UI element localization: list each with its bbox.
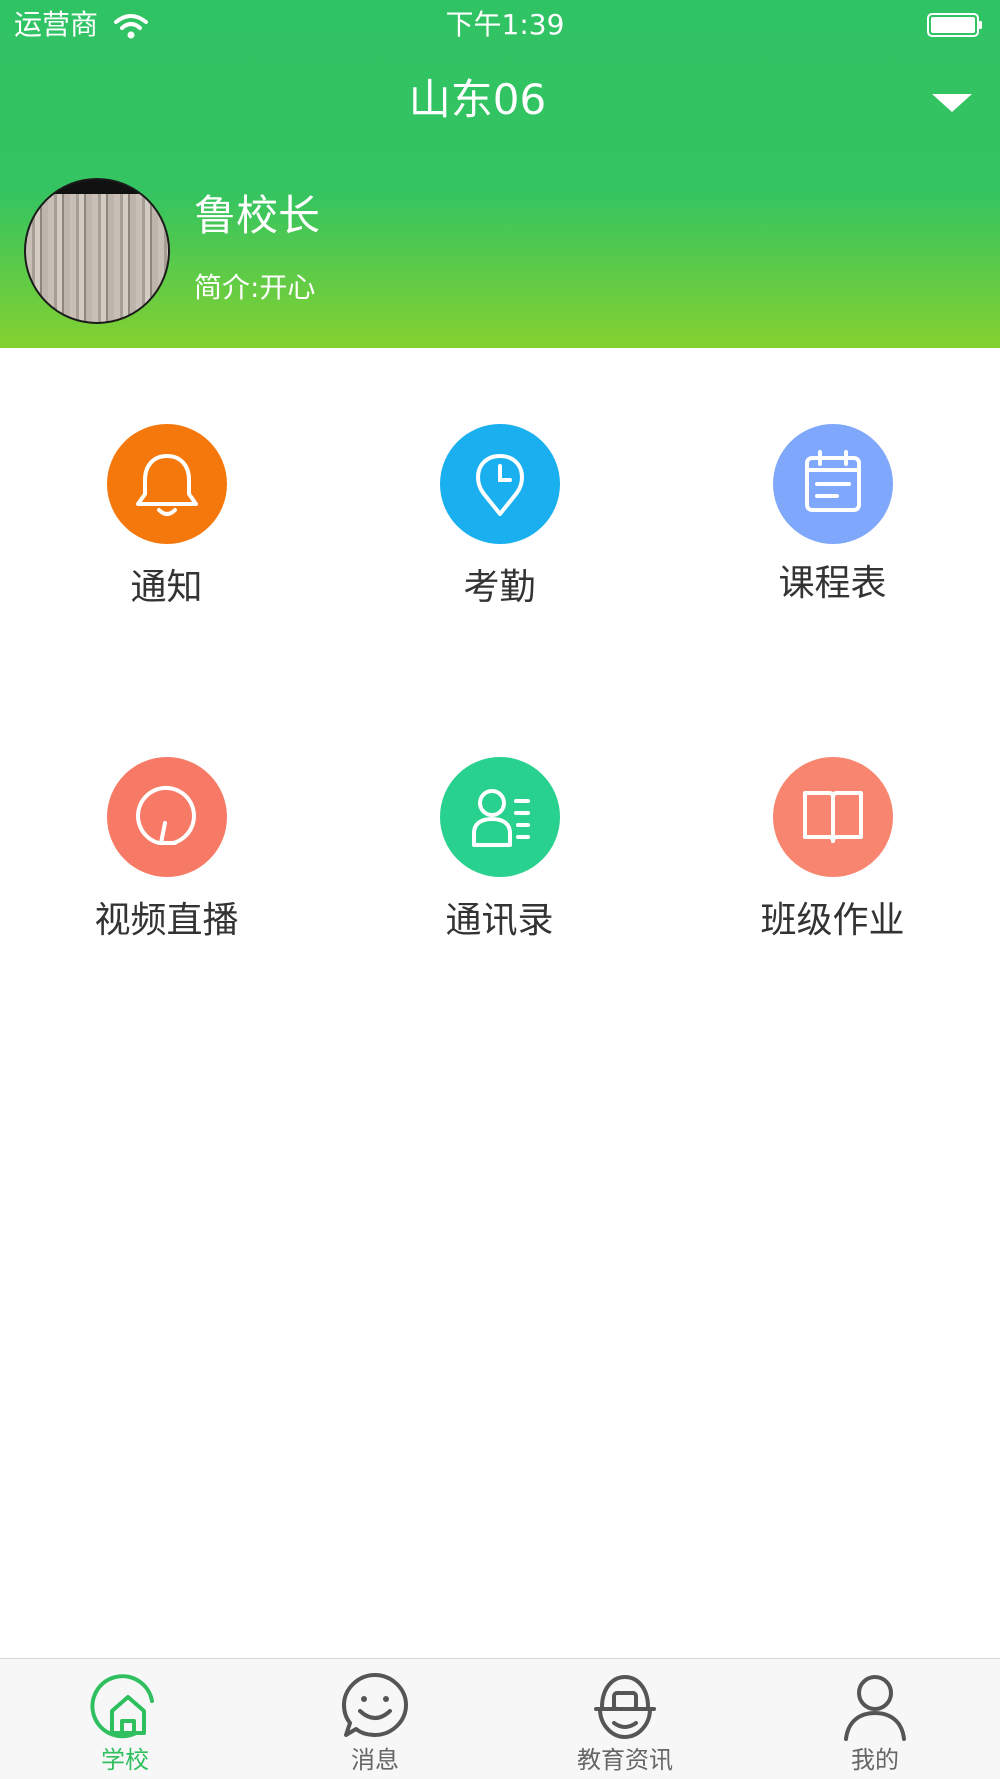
tab-messages-label: 消息 — [351, 1746, 399, 1774]
user-name: 鲁校长 — [194, 191, 321, 240]
book-icon — [773, 757, 893, 877]
user-icon — [844, 1675, 906, 1741]
contacts-icon — [440, 757, 560, 877]
tab-education-news-label: 教育资讯 — [577, 1746, 673, 1774]
tab-school-label: 学校 — [101, 1746, 149, 1774]
notice-button[interactable]: 通知 — [0, 424, 333, 644]
contacts-button[interactable]: 通讯录 — [333, 757, 666, 977]
attendance-label: 考勤 — [463, 567, 536, 608]
smile-chat-icon — [342, 1673, 408, 1737]
tab-mine-label: 我的 — [851, 1746, 899, 1774]
school-home-icon — [90, 1674, 154, 1739]
news-face-icon — [594, 1674, 656, 1740]
school-title: 山东06 — [408, 75, 547, 124]
live-video-label: 视频直播 — [94, 900, 239, 941]
homework-label: 班级作业 — [760, 900, 905, 941]
tab-education-news[interactable]: 教育资讯 — [500, 1659, 750, 1779]
tab-mine[interactable]: 我的 — [750, 1659, 1000, 1779]
clock-time: 下午1:39 — [445, 8, 565, 41]
live-video-button[interactable]: 视频直播 — [0, 757, 333, 977]
notice-label: 通知 — [130, 567, 203, 608]
battery-icon — [927, 13, 982, 37]
location-clock-icon — [440, 424, 560, 544]
tab-bar: 学校 消息 教育资讯 我的 — [0, 1658, 1000, 1779]
header: 运营商 下午1:39 山东06 鲁校长 简介:开心 — [0, 0, 1000, 348]
tab-school[interactable]: 学校 — [0, 1659, 250, 1779]
timetable-label: 课程表 — [778, 563, 887, 604]
timetable-button[interactable]: 课程表 — [666, 424, 999, 644]
attendance-button[interactable]: 考勤 — [333, 424, 666, 644]
tab-messages[interactable]: 消息 — [250, 1659, 500, 1779]
homework-button[interactable]: 班级作业 — [666, 757, 999, 977]
chevron-down-icon[interactable] — [930, 90, 974, 116]
contacts-label: 通讯录 — [445, 900, 554, 941]
calendar-icon — [773, 424, 893, 544]
live-video-icon — [107, 757, 227, 877]
avatar[interactable] — [24, 178, 170, 324]
user-bio: 简介:开心 — [194, 271, 316, 304]
bell-icon — [107, 424, 227, 544]
